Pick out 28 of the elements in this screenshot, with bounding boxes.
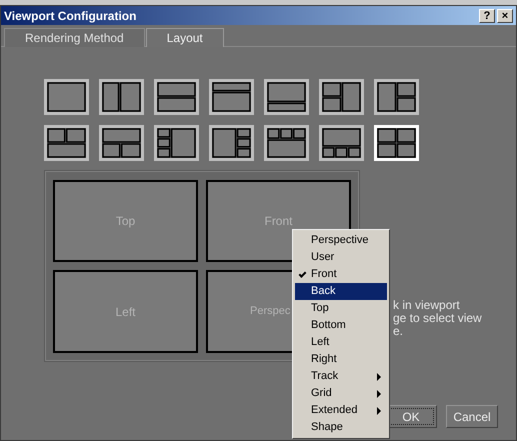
- layout-option[interactable]: [154, 79, 199, 115]
- hint-text: k in viewport: [393, 299, 461, 312]
- tab[interactable]: Rendering Method: [4, 28, 145, 47]
- layout-option[interactable]: [44, 79, 89, 115]
- layout-option[interactable]: [264, 125, 309, 161]
- layout-option[interactable]: [44, 125, 89, 161]
- menu-item[interactable]: Track: [295, 368, 387, 385]
- menu-item[interactable]: Shape: [295, 419, 387, 436]
- window-title: Viewport Configuration: [4, 8, 136, 24]
- layout-option[interactable]: [264, 79, 309, 115]
- hint-text: e.: [393, 325, 404, 338]
- layout-option[interactable]: [154, 125, 199, 161]
- layout-option[interactable]: [99, 125, 144, 161]
- layout-option[interactable]: [99, 79, 144, 115]
- menu-item[interactable]: Grid: [295, 385, 387, 402]
- menu-item[interactable]: Right: [295, 351, 387, 368]
- menu-item[interactable]: Back: [295, 283, 387, 300]
- layout-option[interactable]: [374, 79, 419, 115]
- layout-option[interactable]: [319, 125, 364, 161]
- layout-option[interactable]: [209, 79, 254, 115]
- hint-text: ge to select view: [393, 312, 482, 325]
- close-button[interactable]: ×: [497, 8, 513, 22]
- tab[interactable]: Layout: [146, 28, 224, 47]
- layout-option[interactable]: [209, 125, 254, 161]
- menu-item[interactable]: Extended: [295, 402, 387, 419]
- help-button[interactable]: ?: [479, 8, 495, 22]
- cancel-button[interactable]: Cancel: [446, 405, 498, 428]
- layout-option[interactable]: [319, 79, 364, 115]
